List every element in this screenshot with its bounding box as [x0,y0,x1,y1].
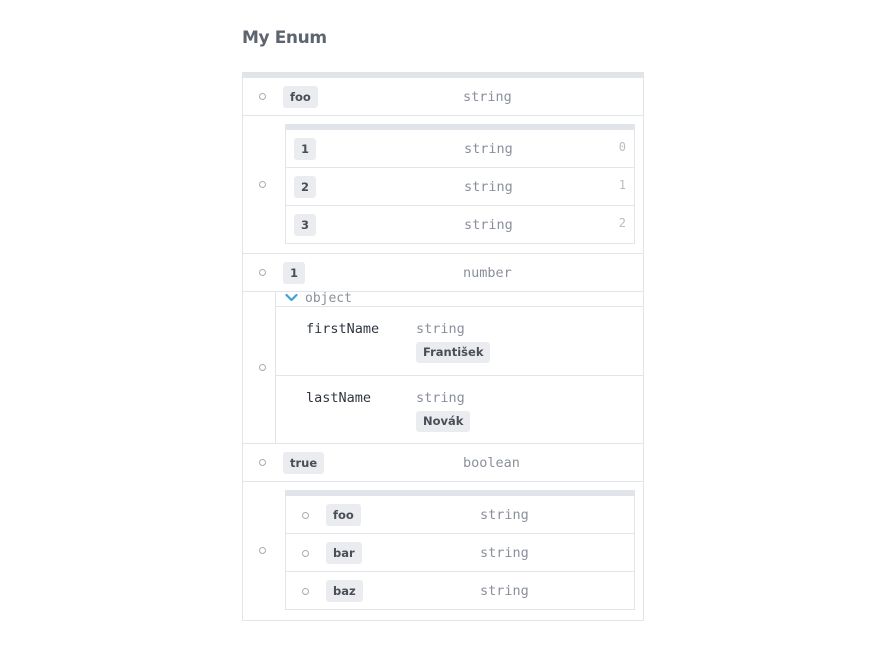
bullet-dot-icon [259,181,266,188]
type-label: boolean [463,455,520,471]
type-label: string [464,217,513,233]
array-item-row: 1 string 0 [286,130,634,168]
object-box: object firstName string František lastNa… [275,291,643,444]
page-title: My Enum [242,28,327,48]
value-chip: 2 [294,176,317,198]
enum-row: true boolean [243,444,643,482]
value-chip: foo [326,504,361,526]
value-chip: bar [326,542,362,564]
enum-row: foo string [243,78,643,116]
object-type-label: object [305,291,352,306]
type-label: string [480,583,529,599]
index-label: 1 [618,178,626,192]
bullet-dot-icon [302,512,309,519]
enum-row: foo string bar string baz string [243,482,643,620]
property-row: lastName string Novák [276,376,643,444]
property-row: firstName string František [276,307,643,376]
bullet-dot-icon [302,588,309,595]
property-value-chip: Novák [416,411,471,432]
bullet-dot-icon [302,550,309,557]
value-chip: 3 [294,214,317,236]
type-label: string [464,179,513,195]
bullet-dot-icon [259,269,266,276]
enum-row: object firstName string František lastNa… [243,291,643,444]
type-label: number [463,265,512,281]
nested-enum-row: baz string [286,572,634,609]
value-chip: 1 [294,138,317,160]
bullet-dot-icon [259,93,266,100]
type-label: string [463,89,512,105]
property-value-chip: František [416,342,491,363]
value-chip: 1 [283,262,306,284]
type-label: string [464,141,513,157]
nested-enum-row: foo string [286,496,634,534]
nested-enum-row: bar string [286,534,634,572]
array-item-row: 2 string 1 [286,168,634,206]
index-label: 2 [618,216,626,230]
object-header[interactable]: object [276,291,643,307]
value-chip: baz [326,580,363,602]
bullet-dot-icon [259,459,266,466]
type-label: string [480,545,529,561]
property-name: firstName [306,321,380,337]
nested-enum-table: foo string bar string baz string [285,490,635,610]
enum-row: 1 string 0 2 string 1 3 string 2 [243,116,643,254]
index-label: 0 [618,140,626,154]
enum-row: 1 number [243,254,643,292]
property-name: lastName [306,390,372,406]
property-type: string [416,321,465,337]
array-items-table: 1 string 0 2 string 1 3 string 2 [285,124,635,244]
array-item-row: 3 string 2 [286,206,634,243]
type-label: string [480,507,529,523]
enum-values-table: foo string 1 string 0 2 string 1 3 strin… [242,72,644,621]
value-chip: foo [283,86,318,108]
bullet-dot-icon [259,364,266,371]
chevron-down-icon[interactable] [285,293,298,303]
property-type: string [416,390,465,406]
value-chip: true [283,452,325,474]
bullet-dot-icon [259,547,266,554]
